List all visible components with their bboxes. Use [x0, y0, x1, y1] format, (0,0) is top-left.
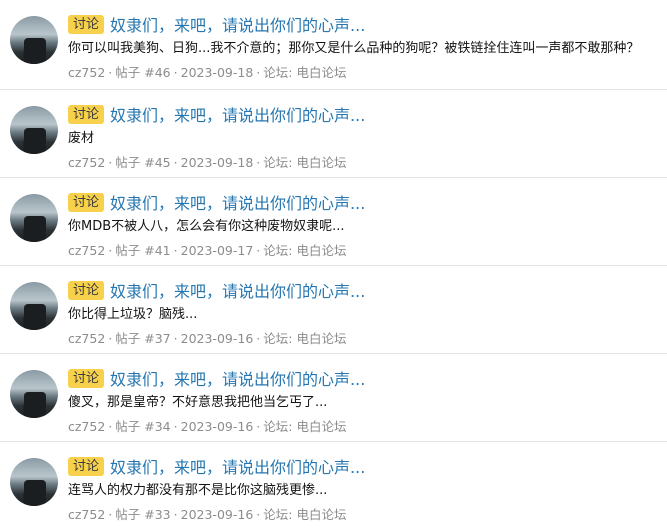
meta-separator: ·: [256, 65, 261, 80]
thread-title-link[interactable]: 奴隶们，来吧，请说出你们的心声...: [110, 454, 365, 478]
meta-separator: ·: [173, 243, 178, 258]
thread-title-link[interactable]: 奴隶们，来吧，请说出你们的心声...: [110, 278, 365, 302]
post-number: 帖子 #37: [115, 331, 171, 346]
prefix-tag[interactable]: 讨论: [68, 280, 105, 300]
post-number: 帖子 #46: [115, 65, 171, 80]
post-snippet: 傻叉，那是皇帝？不好意思我把他当乞丐了...: [68, 395, 328, 410]
post-date: 2023-09-17: [180, 243, 254, 258]
result-title-line: 讨论 奴隶们，来吧，请说出你们的心声...: [68, 366, 659, 390]
meta-separator: ·: [108, 419, 113, 434]
result-title-line: 讨论 奴隶们，来吧，请说出你们的心声...: [68, 278, 659, 302]
meta-separator: ·: [108, 331, 113, 346]
avatar[interactable]: [10, 106, 58, 154]
result-meta: cz752 · 帖子 #37 · 2023-09-16 · 论坛: 电白论坛: [68, 330, 659, 348]
result-meta: cz752 · 帖子 #45 · 2023-09-18 · 论坛: 电白论坛: [68, 154, 659, 172]
forum-link[interactable]: 论坛: 电白论坛: [263, 155, 346, 170]
result-content: 讨论 奴隶们，来吧，请说出你们的心声... 你比得上垃圾？脑残... cz752…: [68, 278, 659, 348]
meta-separator: ·: [256, 331, 261, 346]
meta-separator: ·: [256, 419, 261, 434]
result-item: 讨论 奴隶们，来吧，请说出你们的心声... 连骂人的权力都没有那不是比你这脑残更…: [0, 442, 667, 530]
author-link[interactable]: cz752: [68, 507, 105, 522]
meta-separator: ·: [256, 243, 261, 258]
post-snippet: 你可以叫我美狗、日狗...我不介意的；那你又是什么品种的狗呢？被铁链拴住连叫一声…: [68, 41, 640, 56]
meta-separator: ·: [108, 243, 113, 258]
post-number: 帖子 #41: [115, 243, 171, 258]
author-link[interactable]: cz752: [68, 419, 105, 434]
thread-title-link[interactable]: 奴隶们，来吧，请说出你们的心声...: [110, 12, 365, 36]
meta-separator: ·: [173, 419, 178, 434]
forum-link[interactable]: 论坛: 电白论坛: [263, 331, 346, 346]
meta-separator: ·: [108, 65, 113, 80]
post-date: 2023-09-16: [180, 419, 254, 434]
search-results-list: 讨论 奴隶们，来吧，请说出你们的心声... 你可以叫我美狗、日狗...我不介意的…: [0, 0, 667, 530]
meta-separator: ·: [256, 507, 261, 522]
prefix-tag[interactable]: 讨论: [68, 456, 105, 476]
post-number: 帖子 #34: [115, 419, 171, 434]
post-number: 帖子 #45: [115, 155, 171, 170]
post-date: 2023-09-16: [180, 331, 254, 346]
post-number: 帖子 #33: [115, 507, 171, 522]
prefix-tag[interactable]: 讨论: [68, 14, 105, 34]
meta-separator: ·: [173, 155, 178, 170]
meta-separator: ·: [256, 155, 261, 170]
result-content: 讨论 奴隶们，来吧，请说出你们的心声... 废材 cz752 · 帖子 #45 · 20…: [68, 102, 659, 172]
result-item: 讨论 奴隶们，来吧，请说出你们的心声... 你比得上垃圾？脑残... cz752…: [0, 266, 667, 354]
avatar[interactable]: [10, 370, 58, 418]
post-snippet: 废材: [68, 131, 95, 146]
thread-title-link[interactable]: 奴隶们，来吧，请说出你们的心声...: [110, 190, 365, 214]
result-title-line: 讨论 奴隶们，来吧，请说出你们的心声...: [68, 190, 659, 214]
forum-link[interactable]: 论坛: 电白论坛: [263, 243, 346, 258]
post-snippet: 你MDB不被人八，怎么会有你这种废物奴隶呢...: [68, 219, 345, 234]
result-item: 讨论 奴隶们，来吧，请说出你们的心声... 废材 cz752 · 帖子 #45 · 20…: [0, 90, 667, 178]
avatar[interactable]: [10, 282, 58, 330]
post-date: 2023-09-18: [180, 155, 254, 170]
meta-separator: ·: [108, 155, 113, 170]
result-title-line: 讨论 奴隶们，来吧，请说出你们的心声...: [68, 12, 659, 36]
prefix-tag[interactable]: 讨论: [68, 368, 105, 388]
meta-separator: ·: [108, 507, 113, 522]
result-title-line: 讨论 奴隶们，来吧，请说出你们的心声...: [68, 454, 659, 478]
result-meta: cz752 · 帖子 #33 · 2023-09-16 · 论坛: 电白论坛: [68, 506, 659, 524]
author-link[interactable]: cz752: [68, 331, 105, 346]
meta-separator: ·: [173, 331, 178, 346]
avatar[interactable]: [10, 16, 58, 64]
thread-title-link[interactable]: 奴隶们，来吧，请说出你们的心声...: [110, 102, 365, 126]
prefix-tag[interactable]: 讨论: [68, 104, 105, 124]
result-content: 讨论 奴隶们，来吧，请说出你们的心声... 你MDB不被人八，怎么会有你这种废物…: [68, 190, 659, 260]
result-title-line: 讨论 奴隶们，来吧，请说出你们的心声...: [68, 102, 659, 126]
post-snippet: 连骂人的权力都没有那不是比你这脑残更惨...: [68, 483, 328, 498]
result-item: 讨论 奴隶们，来吧，请说出你们的心声... 你可以叫我美狗、日狗...我不介意的…: [0, 0, 667, 90]
thread-title-link[interactable]: 奴隶们，来吧，请说出你们的心声...: [110, 366, 365, 390]
result-meta: cz752 · 帖子 #34 · 2023-09-16 · 论坛: 电白论坛: [68, 418, 659, 436]
post-snippet: 你比得上垃圾？脑残...: [68, 307, 198, 322]
forum-link[interactable]: 论坛: 电白论坛: [263, 65, 346, 80]
post-date: 2023-09-18: [180, 65, 254, 80]
avatar[interactable]: [10, 458, 58, 506]
meta-separator: ·: [173, 507, 178, 522]
result-meta: cz752 · 帖子 #46 · 2023-09-18 · 论坛: 电白论坛: [68, 64, 659, 82]
result-item: 讨论 奴隶们，来吧，请说出你们的心声... 你MDB不被人八，怎么会有你这种废物…: [0, 178, 667, 266]
result-meta: cz752 · 帖子 #41 · 2023-09-17 · 论坛: 电白论坛: [68, 242, 659, 260]
result-content: 讨论 奴隶们，来吧，请说出你们的心声... 你可以叫我美狗、日狗...我不介意的…: [68, 12, 659, 82]
result-item: 讨论 奴隶们，来吧，请说出你们的心声... 傻叉，那是皇帝？不好意思我把他当乞丐…: [0, 354, 667, 442]
meta-separator: ·: [173, 65, 178, 80]
result-content: 讨论 奴隶们，来吧，请说出你们的心声... 连骂人的权力都没有那不是比你这脑残更…: [68, 454, 659, 524]
author-link[interactable]: cz752: [68, 65, 105, 80]
result-content: 讨论 奴隶们，来吧，请说出你们的心声... 傻叉，那是皇帝？不好意思我把他当乞丐…: [68, 366, 659, 436]
forum-link[interactable]: 论坛: 电白论坛: [263, 419, 346, 434]
post-date: 2023-09-16: [180, 507, 254, 522]
forum-link[interactable]: 论坛: 电白论坛: [263, 507, 346, 522]
avatar[interactable]: [10, 194, 58, 242]
prefix-tag[interactable]: 讨论: [68, 192, 105, 212]
author-link[interactable]: cz752: [68, 243, 105, 258]
author-link[interactable]: cz752: [68, 155, 105, 170]
